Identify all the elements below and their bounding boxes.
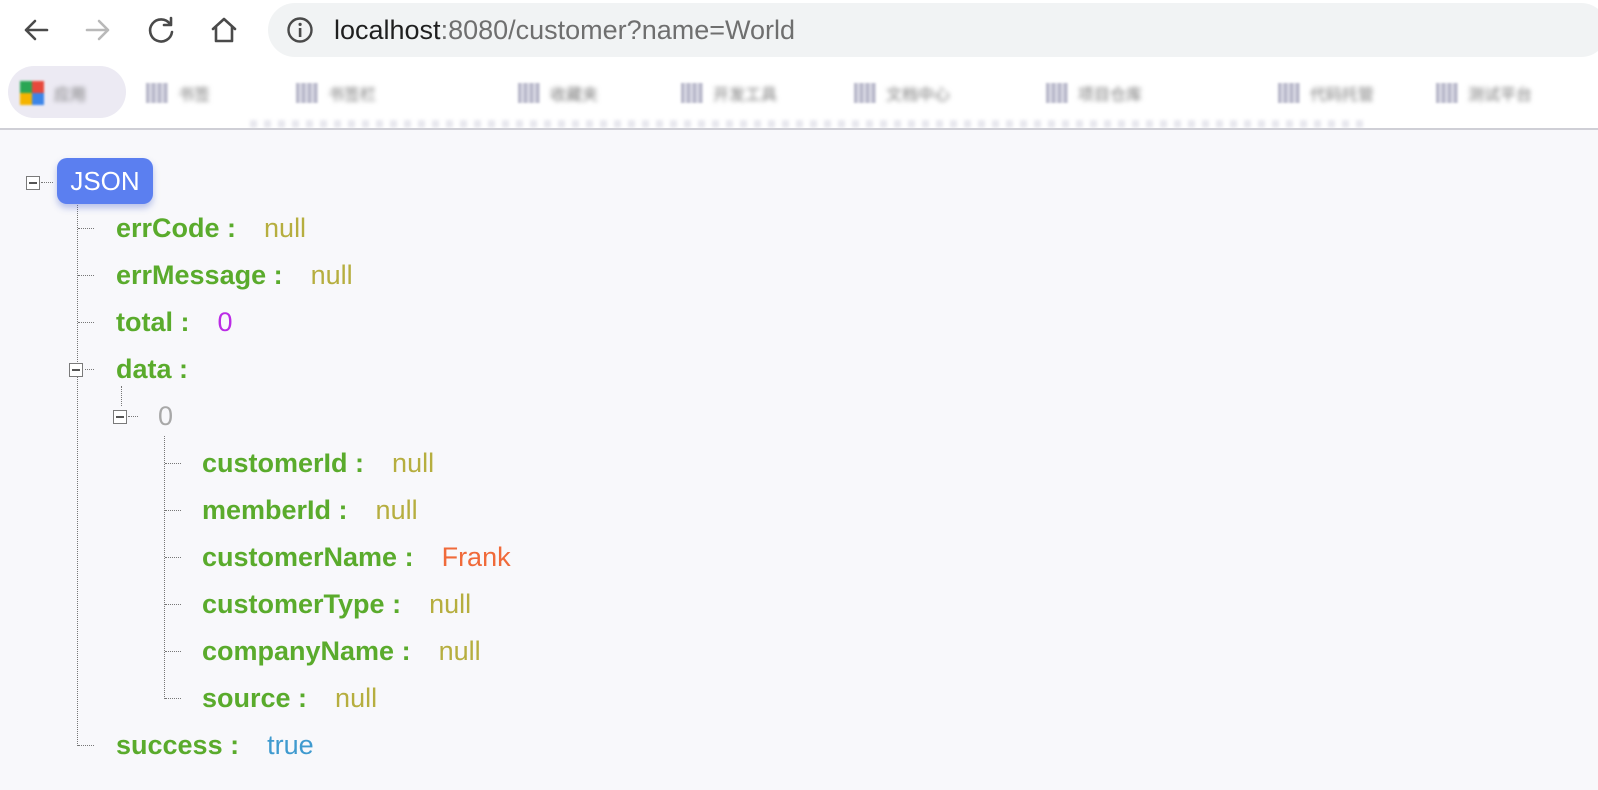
folder-icon: [681, 83, 703, 103]
field-data: data :: [116, 351, 188, 387]
field-key: data :: [116, 354, 189, 384]
collapse-item-0-toggle[interactable]: [113, 410, 127, 424]
tree-connector: [128, 416, 138, 417]
bookmark-label: 测试平台: [1468, 87, 1533, 104]
field-value: null: [392, 448, 435, 478]
tree-connector: [165, 557, 181, 558]
collapse-data-toggle[interactable]: [69, 363, 83, 377]
field-errcode: errCode : null: [116, 210, 306, 246]
bookmark-item[interactable]: 代码托管: [1278, 80, 1374, 106]
tree-connector: [165, 698, 181, 699]
tree-guide-item: [164, 436, 165, 699]
bookmarks-bar: 应用 书签 书签栏 收藏夹 开发工具 文档中心 项目仓库 代码托管 测试平台: [8, 66, 1564, 118]
arrow-left-icon: [24, 19, 49, 41]
tree-connector: [78, 745, 94, 746]
field-companyname: companyName : null: [202, 633, 481, 669]
field-key: success :: [116, 730, 240, 760]
field-value: true: [267, 730, 314, 760]
url-text[interactable]: localhost:8080/customer?name=World: [334, 15, 795, 45]
field-customertype: customerType : null: [202, 586, 471, 622]
bookmark-item[interactable]: 收藏夹: [518, 80, 598, 106]
tree-connector: [78, 275, 94, 276]
array-index-0: 0: [158, 398, 173, 434]
tree-connector: [165, 463, 181, 464]
collapse-root-toggle[interactable]: [26, 176, 40, 190]
bookmark-item[interactable]: 应用: [20, 80, 86, 106]
home-icon: [211, 17, 237, 43]
array-index-label: 0: [158, 401, 174, 431]
tree-guide-data: [121, 386, 122, 406]
field-value: null: [429, 589, 472, 619]
tree-connector: [78, 322, 94, 323]
bookmark-item[interactable]: 项目仓库: [1046, 80, 1142, 106]
field-key: companyName :: [202, 636, 411, 666]
info-icon[interactable]: [286, 16, 314, 44]
field-key: customerName :: [202, 542, 414, 572]
bookmarks-overflow-blur: [250, 120, 1370, 128]
field-value: Frank: [441, 542, 511, 572]
bookmark-label: 应用: [54, 87, 87, 104]
field-success: success : true: [116, 727, 314, 763]
field-key: customerId :: [202, 448, 365, 478]
bookmark-label: 书签: [178, 87, 211, 104]
field-value: null: [264, 213, 307, 243]
bookmark-label: 书签栏: [328, 87, 377, 104]
bookmark-icon: [1436, 83, 1458, 103]
bookmark-item[interactable]: 书签: [146, 80, 210, 106]
address-bar[interactable]: localhost:8080/customer?name=World: [268, 3, 1598, 57]
bookmark-item[interactable]: 文档中心: [854, 80, 950, 106]
bookmark-item[interactable]: 书签栏: [296, 80, 376, 106]
field-customerid: customerId : null: [202, 445, 434, 481]
bookmark-label: 代码托管: [1310, 87, 1375, 104]
apps-grid-icon: [20, 81, 44, 105]
field-value: null: [438, 636, 481, 666]
tree-connector: [165, 651, 181, 652]
folder-icon: [1046, 83, 1068, 103]
field-errmessage: errMessage : null: [116, 257, 353, 293]
bookmark-label: 项目仓库: [1078, 87, 1143, 104]
folder-icon: [854, 83, 876, 103]
field-value: 0: [217, 307, 233, 337]
tree-connector: [165, 604, 181, 605]
folder-icon: [518, 83, 540, 103]
field-source: source : null: [202, 680, 377, 716]
bookmark-item[interactable]: 测试平台: [1436, 80, 1532, 106]
back-button[interactable]: [14, 8, 58, 52]
folder-icon: [1278, 83, 1300, 103]
forward-button[interactable]: [76, 8, 120, 52]
bookmark-icon: [296, 83, 318, 103]
field-total: total : 0: [116, 304, 233, 340]
field-key: memberId :: [202, 495, 348, 525]
json-root-badge[interactable]: JSON: [57, 158, 153, 204]
home-button[interactable]: [202, 8, 246, 52]
url-path: :8080/customer?name=World: [440, 15, 796, 45]
url-host: localhost: [334, 15, 441, 45]
field-key: source :: [202, 683, 308, 713]
browser-toolbar: localhost:8080/customer?name=World 应用 书签…: [0, 0, 1598, 132]
field-key: customerType :: [202, 589, 402, 619]
bookmark-label: 开发工具: [713, 87, 778, 104]
field-key: total :: [116, 307, 190, 337]
tree-connector: [165, 510, 181, 511]
field-key: errCode :: [116, 213, 237, 243]
field-key: errMessage :: [116, 260, 283, 290]
reload-icon: [148, 16, 174, 43]
field-customername: customerName : Frank: [202, 539, 511, 575]
json-viewer: JSON errCode : null errMessage : null tota…: [0, 130, 1598, 790]
bookmark-label: 收藏夹: [550, 87, 599, 104]
bookmark-label: 文档中心: [886, 87, 951, 104]
reload-button[interactable]: [139, 8, 183, 52]
field-value: null: [310, 260, 353, 290]
field-value: null: [335, 683, 378, 713]
arrow-right-icon: [85, 19, 110, 41]
bookmark-item[interactable]: 开发工具: [681, 80, 777, 106]
tree-connector: [85, 369, 94, 370]
field-memberid: memberId : null: [202, 492, 418, 528]
bookmark-icon: [146, 83, 168, 103]
tree-connector: [41, 182, 53, 183]
tree-guide-root: [77, 198, 78, 746]
tree-connector: [78, 228, 94, 229]
field-value: null: [375, 495, 418, 525]
